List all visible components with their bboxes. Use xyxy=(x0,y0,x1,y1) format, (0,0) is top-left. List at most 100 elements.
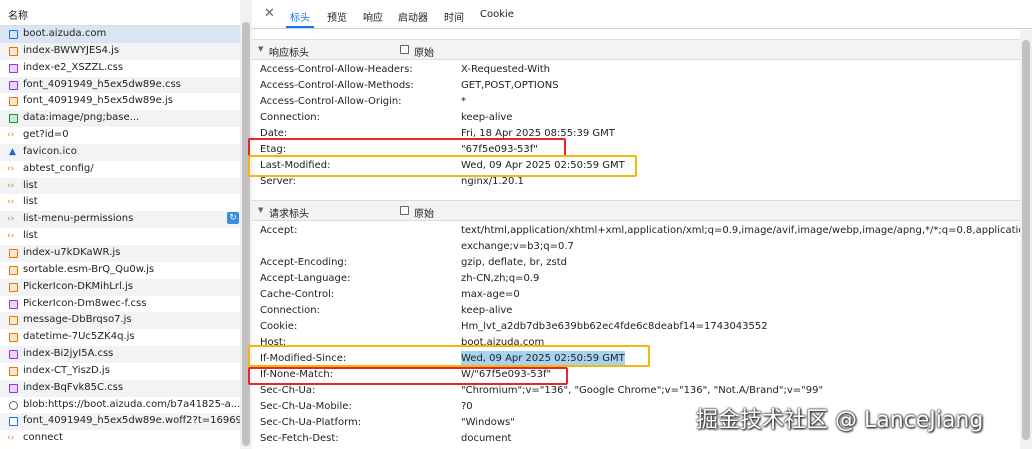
request-row[interactable]: ‹› list xyxy=(0,177,240,195)
header-value[interactable]: boot.aizuda.com xyxy=(461,335,544,351)
details-scrollbar[interactable] xyxy=(1020,30,1032,449)
xhr-file-icon: ‹› xyxy=(7,130,15,141)
header-name: Sec-Ch-Ua-Platform: xyxy=(260,417,362,428)
request-row[interactable]: index-Bi2jyI5A.css xyxy=(0,346,240,363)
request-row[interactable]: font_4091949_h5ex5dw89e.js xyxy=(0,93,240,110)
request-name: message-DbBrqso7.js xyxy=(23,314,132,326)
header-value[interactable]: GET,POST,OPTIONS xyxy=(461,78,559,94)
header-value[interactable]: Wed, 09 Apr 2025 02:50:59 GMT xyxy=(461,351,625,367)
request-row[interactable]: ‹› connect xyxy=(0,430,240,447)
request-row[interactable]: index-CT_YiszD.js xyxy=(0,363,240,380)
header-name: Sec-Ch-Ua: xyxy=(260,385,316,396)
scrollbar-thumb[interactable] xyxy=(1022,40,1030,440)
refresh-icon[interactable]: ↻ xyxy=(227,212,239,224)
img-file-icon xyxy=(9,114,18,124)
request-name: abtest_config/ xyxy=(23,162,94,174)
header-row: Cookie: Hm_lvt_a2db7db3e639bb62ec4fde6c8d… xyxy=(252,319,1020,335)
request-row[interactable]: ▲ favicon.ico xyxy=(0,143,240,161)
request-row[interactable]: ‹› abtest_config/ xyxy=(0,161,240,178)
watermark: 掘金技术社区 @ LanceJiang xyxy=(696,408,984,433)
raw-label: 原始 xyxy=(414,209,434,220)
request-row[interactable]: sortable.esm-BrQ_Qu0w.js xyxy=(0,262,240,279)
request-list: boot.aizuda.com index-BWWYJES4.js index-e2… xyxy=(0,26,240,447)
css-file-icon xyxy=(9,299,18,309)
request-row[interactable]: ‹› get?id=0 xyxy=(0,127,240,144)
tab-response[interactable]: 响应 xyxy=(363,9,383,24)
header-value[interactable]: "67f5e093-53f" xyxy=(461,142,538,158)
request-row[interactable]: ‹› list xyxy=(0,194,240,211)
request-name: font_4091949_h5ex5dw89e.css xyxy=(23,78,181,90)
header-name: Access-Control-Allow-Methods: xyxy=(260,80,414,91)
tab-headers[interactable]: 标头 xyxy=(290,9,310,24)
xhr-file-icon: ‹› xyxy=(7,231,15,242)
header-value[interactable]: X-Requested-With xyxy=(461,62,550,78)
header-name: Date: xyxy=(260,128,288,139)
header-name: If-None-Match: xyxy=(260,369,334,380)
details-tab-bar: ✕ 标头 预览 响应 启动器 时间 Cookie xyxy=(252,0,1032,29)
header-value[interactable]: max-age=0 xyxy=(461,287,520,303)
header-row: If-Modified-Since: Wed, 09 Apr 2025 02:50… xyxy=(252,351,1020,367)
request-row[interactable]: datetime-7Uc5ZK4q.js xyxy=(0,329,240,346)
request-name: data:image/png;base... xyxy=(23,112,140,124)
header-value[interactable]: Wed, 09 Apr 2025 02:50:59 GMT xyxy=(461,158,625,174)
xhr-file-icon: ‹› xyxy=(7,163,15,174)
response-headers-section[interactable]: ▼ 响应标头 原始 xyxy=(252,39,1020,60)
request-list-scrollbar[interactable] xyxy=(240,0,252,449)
request-row[interactable]: PickerIcon-Dm8wec-f.css xyxy=(0,296,240,313)
request-row[interactable]: ‹› list xyxy=(0,228,240,245)
header-name: Cookie: xyxy=(260,321,298,332)
raw-checkbox[interactable] xyxy=(400,45,409,54)
header-value[interactable]: text/html,application/xhtml+xml,applicat… xyxy=(461,223,1020,255)
header-value[interactable]: "Chromium";v="136", "Google Chrome";v="1… xyxy=(461,383,823,399)
request-row[interactable]: data:image/png;base... xyxy=(0,110,240,128)
header-row: Connection: keep-alive xyxy=(252,303,1020,319)
name-column-header[interactable]: 名称 xyxy=(0,0,240,26)
header-value[interactable]: Fri, 18 Apr 2025 08:55:39 GMT xyxy=(461,126,615,142)
close-icon[interactable]: ✕ xyxy=(264,6,275,21)
header-value[interactable]: "Windows" xyxy=(461,415,515,431)
request-row[interactable]: font_4091949_h5ex5dw89e.css xyxy=(0,76,240,94)
request-row[interactable]: index-e2_XSZZL.css xyxy=(0,60,240,77)
header-value[interactable]: zh-CN,zh;q=0.9 xyxy=(461,271,539,287)
header-value[interactable]: W/"67f5e093-53f" xyxy=(461,367,551,383)
header-row: Server: nginx/1.20.1 xyxy=(252,174,1020,190)
request-row[interactable]: blob:https://boot.aizuda.com/b7a41825-a.… xyxy=(0,397,240,414)
header-name: Connection: xyxy=(260,305,320,316)
raw-checkbox[interactable] xyxy=(400,206,409,215)
request-row[interactable]: index-u7kDKaWR.js xyxy=(0,244,240,262)
collapse-triangle-icon[interactable]: ▼ xyxy=(258,206,263,214)
header-row: Accept-Language: zh-CN,zh;q=0.9 xyxy=(252,271,1020,287)
tab-preview[interactable]: 预览 xyxy=(327,9,347,24)
header-value[interactable]: keep-alive xyxy=(461,303,512,319)
header-row: Access-Control-Allow-Methods: GET,POST,OP… xyxy=(252,78,1020,94)
header-value[interactable]: Hm_lvt_a2db7db3e639bb62ec4fde6c8deabf14=… xyxy=(461,319,768,335)
header-value[interactable]: * xyxy=(461,94,466,110)
header-value[interactable]: gzip, deflate, br, zstd xyxy=(461,255,567,271)
tab-timing[interactable]: 时间 xyxy=(444,9,464,24)
header-value[interactable]: keep-alive xyxy=(461,110,512,126)
tab-initiator[interactable]: 启动器 xyxy=(398,9,428,24)
xhr-file-icon: ‹› xyxy=(7,433,15,444)
request-row[interactable]: message-DbBrqso7.js xyxy=(0,312,240,330)
request-name: get?id=0 xyxy=(23,129,69,141)
header-row: Accept-Encoding: gzip, deflate, br, zstd xyxy=(252,255,1020,271)
header-row: Etag: "67f5e093-53f" xyxy=(252,142,1020,158)
xhr-file-icon: ‹› xyxy=(7,197,15,208)
header-value[interactable]: nginx/1.20.1 xyxy=(461,174,524,190)
request-row[interactable]: boot.aizuda.com xyxy=(0,26,240,43)
collapse-triangle-icon[interactable]: ▼ xyxy=(258,45,263,53)
request-row[interactable]: font_4091949_h5ex5dw89e.woff2?t=169698..… xyxy=(0,413,240,431)
tab-cookie[interactable]: Cookie xyxy=(480,9,514,20)
js-file-icon xyxy=(9,282,18,292)
header-value[interactable]: ?0 xyxy=(461,399,473,415)
request-headers-section[interactable]: ▼ 请求标头 原始 xyxy=(252,200,1020,221)
header-value[interactable]: document xyxy=(461,431,511,447)
header-name: Accept-Language: xyxy=(260,273,351,284)
request-row[interactable]: index-BqFvk85C.css xyxy=(0,379,240,397)
request-row[interactable]: ‹› list-menu-permissions xyxy=(0,211,240,229)
request-row[interactable]: index-BWWYJES4.js xyxy=(0,42,240,60)
request-row[interactable]: PickerIcon-DKMihLrl.js xyxy=(0,278,240,296)
js-file-icon xyxy=(9,333,18,343)
scrollbar-thumb[interactable] xyxy=(242,22,250,446)
request-name: index-u7kDKaWR.js xyxy=(23,246,121,258)
